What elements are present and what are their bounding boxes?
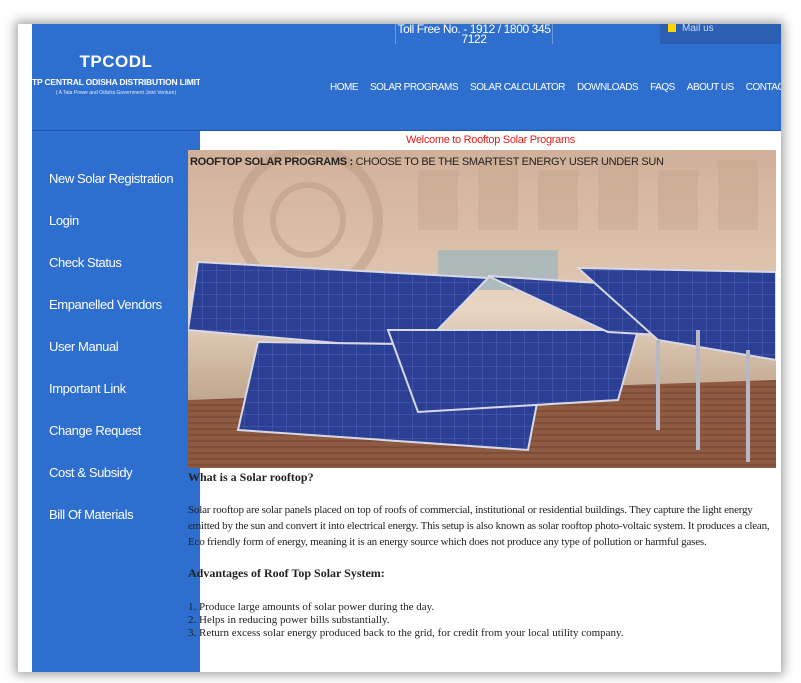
mail-us-label: Mail us xyxy=(682,24,714,34)
hero-title-text: CHOOSE TO BE THE SMARTEST ENERGY USER UN… xyxy=(352,156,664,168)
hero-title-bold: ROOFTOP SOLAR PROGRAMS : xyxy=(190,156,353,168)
sidebar-item-check-status[interactable]: Check Status xyxy=(32,234,200,276)
nav-downloads[interactable]: DOWNLOADS xyxy=(577,82,639,93)
nav-solar-programs[interactable]: SOLAR PROGRAMS xyxy=(370,82,459,93)
logo-company-name: TP CENTRAL ODISHA DISTRIBUTION LIMITED xyxy=(32,77,213,87)
mail-icon xyxy=(668,24,676,33)
sidebar-item-change-request[interactable]: Change Request xyxy=(32,402,200,444)
mail-us-link[interactable]: Mail us xyxy=(660,24,781,44)
nav-about-us[interactable]: ABOUT US xyxy=(687,82,734,93)
sidebar-item-important-link[interactable]: Important Link xyxy=(32,360,200,402)
solar-panels-image xyxy=(188,150,776,468)
hero-banner: ROOFTOP SOLAR PROGRAMS : CHOOSE TO BE TH… xyxy=(188,150,776,468)
sidebar-item-empanelled-vendors[interactable]: Empanelled Vendors xyxy=(32,276,200,318)
page-frame: TPCODL TP CENTRAL ODISHA DISTRIBUTION LI… xyxy=(18,24,781,672)
sidebar-item-login[interactable]: Login xyxy=(32,192,200,234)
sidebar-divider xyxy=(32,130,200,131)
list-item: 1. Produce large amounts of solar power … xyxy=(188,601,435,613)
sidebar-menu: New Solar Registration Login Check Statu… xyxy=(32,150,200,528)
sidebar-item-user-manual[interactable]: User Manual xyxy=(32,318,200,360)
what-is-solar-rooftop-text: Solar rooftop are solar panels placed on… xyxy=(188,504,770,548)
what-is-solar-rooftop-heading: What is a Solar rooftop? xyxy=(188,470,314,484)
advantages-heading: Advantages of Roof Top Solar System: xyxy=(188,566,385,580)
hero-title: ROOFTOP SOLAR PROGRAMS : CHOOSE TO BE TH… xyxy=(190,156,664,168)
nav-home[interactable]: HOME xyxy=(330,82,359,93)
logo[interactable]: TPCODL TP CENTRAL ODISHA DISTRIBUTION LI… xyxy=(32,52,213,96)
sidebar-item-bill-of-materials[interactable]: Bill Of Materials xyxy=(32,486,200,528)
nav-solar-calculator[interactable]: SOLAR CALCULATOR xyxy=(470,82,566,93)
sidebar: TPCODL TP CENTRAL ODISHA DISTRIBUTION LI… xyxy=(32,24,213,672)
sidebar-item-cost-subsidy[interactable]: Cost & Subsidy xyxy=(32,444,200,486)
list-item: 2. Helps in reducing power bills substan… xyxy=(188,614,390,626)
toll-free-number: Toll Free No. - 1912 / 1800 345 7122 xyxy=(395,24,553,44)
list-item: 3. Return excess solar energy produced b… xyxy=(188,627,624,639)
welcome-heading: Welcome to Rooftop Solar Programs xyxy=(405,134,576,146)
advantages-list: 1. Produce large amounts of solar power … xyxy=(188,601,776,640)
main-nav: HOME SOLAR PROGRAMS SOLAR CALCULATOR DOW… xyxy=(330,82,781,93)
logo-subtitle: ( A Tata Power and Odisha Government Joi… xyxy=(55,90,177,96)
main-content: What is a Solar rooftop? Solar rooftop a… xyxy=(188,470,776,640)
sidebar-item-new-solar-registration[interactable]: New Solar Registration xyxy=(32,150,200,192)
nav-faqs[interactable]: FAQS xyxy=(650,82,675,93)
logo-mark: TPCODL xyxy=(79,52,153,71)
nav-contact-us[interactable]: CONTACT US xyxy=(746,82,781,93)
top-header: Toll Free No. - 1912 / 1800 345 7122 Mai… xyxy=(200,24,781,131)
